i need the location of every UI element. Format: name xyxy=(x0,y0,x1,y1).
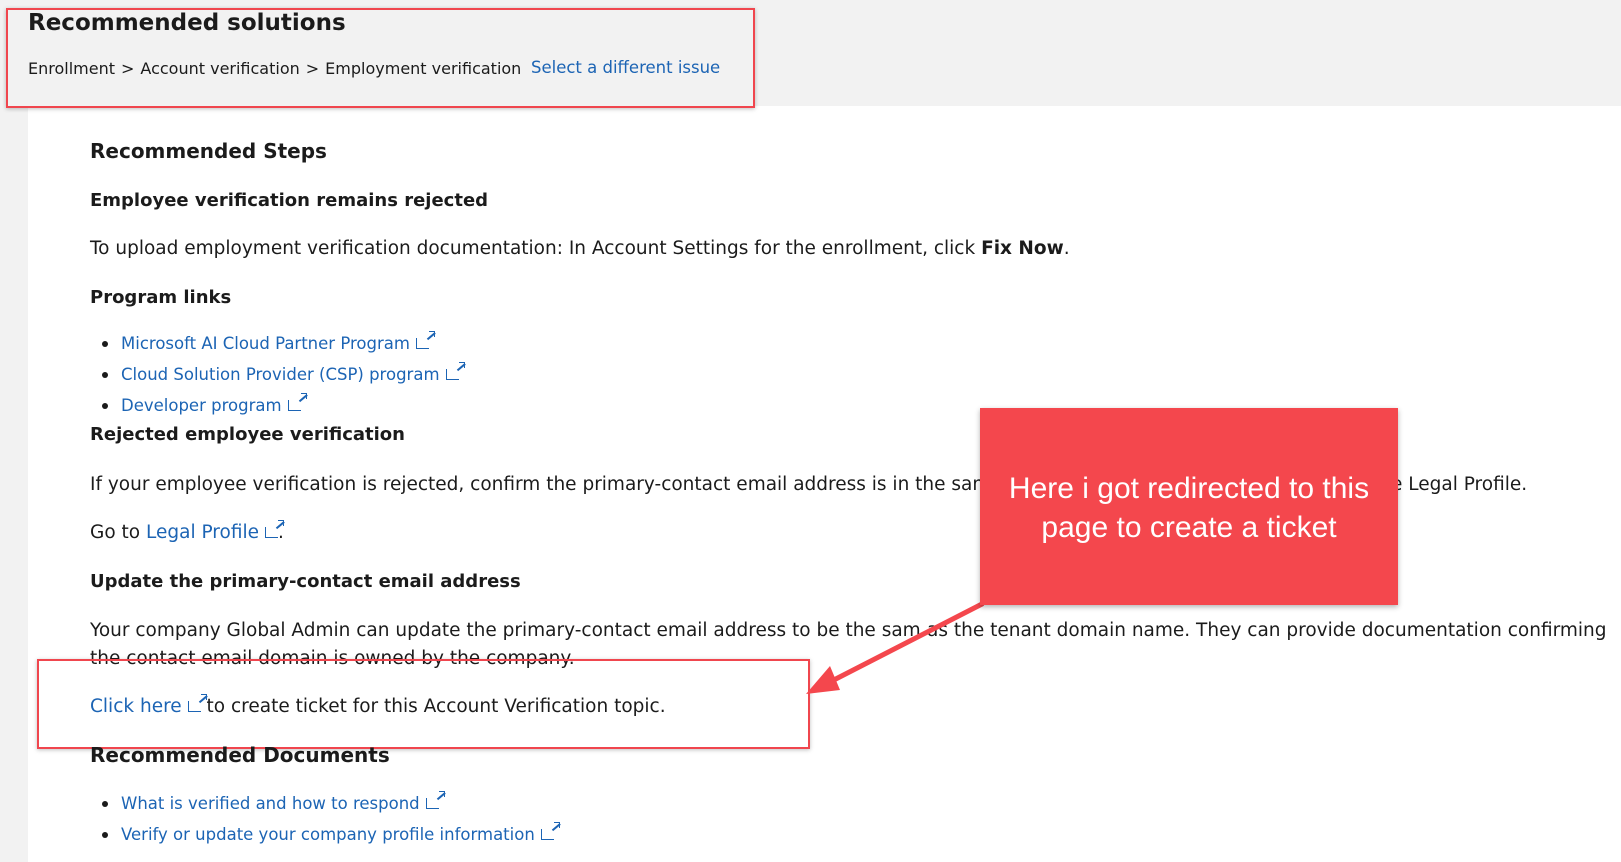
arrow-shaft xyxy=(823,601,985,687)
arrow-head xyxy=(806,666,840,694)
callout-line-2: page to create a ticket xyxy=(1041,511,1337,544)
callout-line-1: Here i got redirected to this xyxy=(1008,472,1370,505)
annotation-callout: Here i got redirected to this page to cr… xyxy=(980,408,1398,605)
